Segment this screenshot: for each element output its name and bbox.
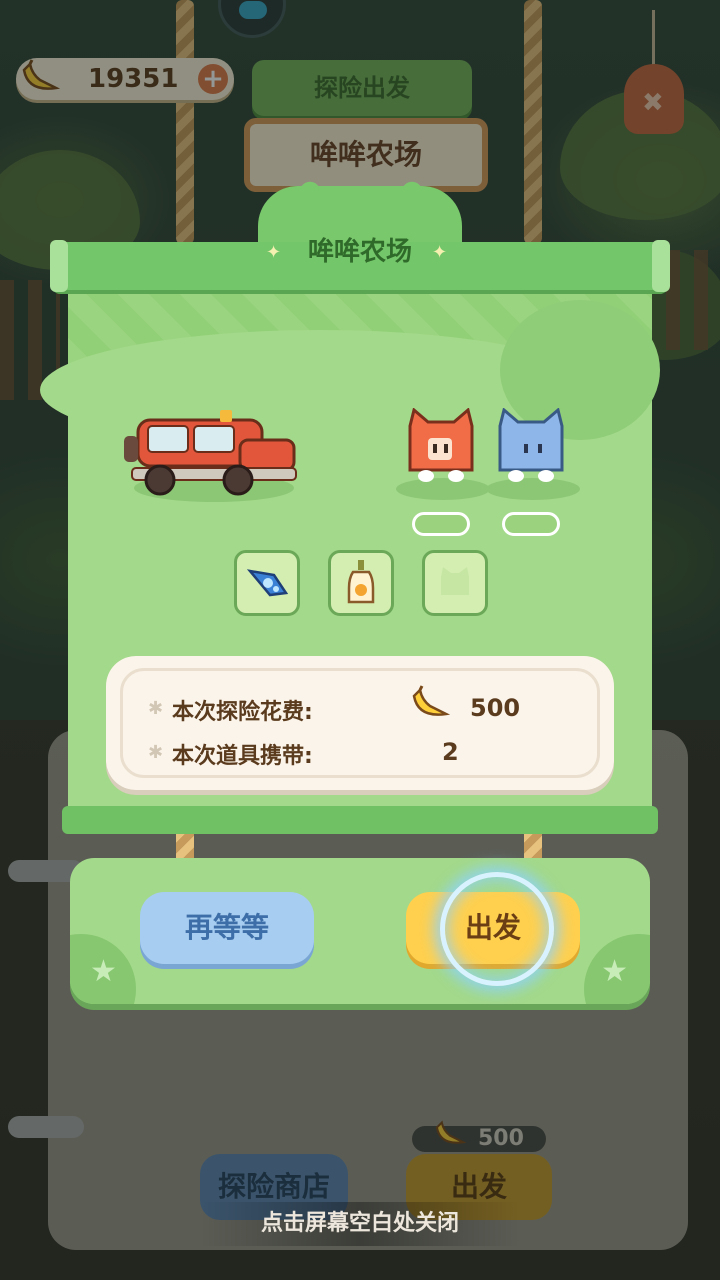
red-cat-icon [408,408,474,482]
items-value: 2 [442,738,459,766]
items-label: 本次道具携带: [172,744,313,769]
sparkle-icon: ✱ [148,698,164,719]
car-icon [124,410,297,496]
cat-face-icon [441,567,469,595]
scroll-rod-bottom [62,806,658,834]
cost-label: 本次探险花费: [172,700,313,725]
sparkle-icon: ✱ [148,742,164,763]
scroll-cap [652,240,670,292]
cat-status-bar [502,512,560,536]
star-icon: ★ [601,954,628,989]
item-slot-bottle[interactable] [328,550,394,616]
cost-value: 500 [470,694,521,722]
item-slot-rocket[interactable] [234,550,300,616]
tap-highlight-ring [440,872,554,986]
item-slot-empty[interactable] [422,550,488,616]
sparkle-icon: ✦ [432,242,448,263]
star-icon: ★ [90,954,117,989]
banana-icon [412,685,451,716]
close-hint: 点击屏幕空白处关闭 [200,1202,520,1246]
blue-cat-icon [498,408,564,482]
cat-status-bar [412,512,470,536]
sparkle-icon: ✦ [266,242,282,263]
scroll-cap [50,240,68,292]
rocket-icon [246,569,289,597]
wait-button[interactable]: 再等等 [140,892,314,964]
bottle-icon [347,560,375,604]
expedition-info-box: ✱ 本次探险花费: 500 ✱ 本次道具携带: 2 [106,656,614,790]
